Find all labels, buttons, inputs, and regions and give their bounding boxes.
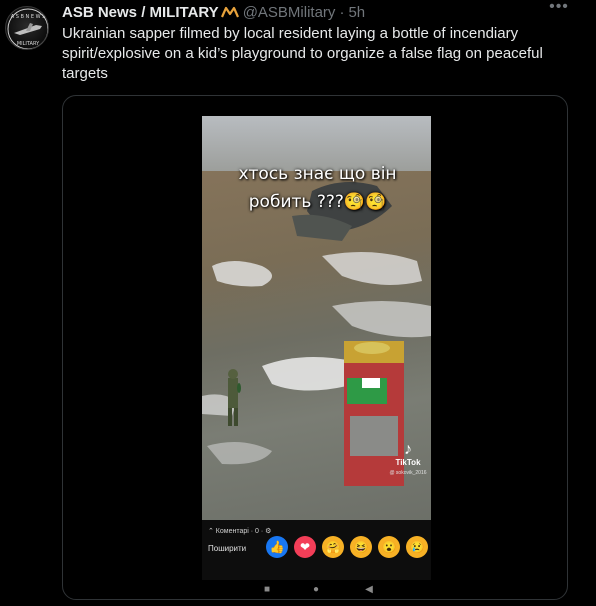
svg-text:MILITARY: MILITARY — [17, 41, 40, 47]
affiliate-badge-icon — [220, 5, 239, 19]
tiktok-logo-icon: ♪ — [404, 441, 412, 458]
reaction-icons: 👍 ❤ 🤗 😆 😮 😢 — [266, 536, 431, 560]
tweet-text: Ukrainian sapper filmed by local residen… — [62, 25, 543, 82]
more-options-icon[interactable]: ••• — [548, 0, 570, 20]
care-reaction-icon: 🤗 — [322, 536, 344, 558]
video-frame[interactable]: хтось знає що він робить ???🧐🧐 ♪ TikTok … — [202, 116, 431, 580]
haha-reaction-icon: 😆 — [350, 536, 372, 558]
tiktok-username: @ sokovik_2016 — [389, 470, 427, 476]
recents-icon: ■ — [263, 584, 271, 595]
author-name[interactable]: ASB News / MILITARY — [62, 4, 219, 21]
like-reaction-icon: 👍 — [266, 536, 288, 558]
author-handle[interactable]: @ASBMilitary — [243, 4, 336, 21]
separator-dot: · — [339, 3, 345, 21]
facebook-reaction-bar: ⌃ Коментарі · 0 · ⚙ Поширити 👍 ❤ 🤗 😆 😮 😢 — [202, 520, 431, 580]
overlay-caption-line1: хтось знає що він — [238, 164, 397, 184]
sad-reaction-icon: 😢 — [406, 536, 428, 558]
android-nav-bar: ■ ● ◀ — [63, 584, 567, 599]
overlay-caption-line2: робить ???🧐🧐 — [248, 192, 387, 212]
video-media[interactable]: хтось знає що він робить ???🧐🧐 ♪ TikTok … — [62, 95, 568, 600]
author-avatar[interactable]: A S B N E W S MILITARY — [5, 6, 49, 50]
tweet-header: ASB News / MILITARY @ASBMilitary · 5h — [62, 2, 365, 22]
back-icon: ◀ — [365, 584, 373, 595]
asb-logo-icon: A S B N E W S MILITARY — [7, 8, 48, 49]
video-overlay-caption: хтось знає що він робить ???🧐🧐 — [210, 160, 425, 216]
wow-reaction-icon: 😮 — [378, 536, 400, 558]
share-button: Поширити — [208, 544, 247, 553]
svg-text:A S B N E W S: A S B N E W S — [11, 14, 46, 20]
tweet-timestamp[interactable]: 5h — [348, 4, 365, 21]
tweet-card[interactable]: A S B N E W S MILITARY ASB News / MILITA… — [0, 0, 596, 606]
tiktok-watermark: ♪ TikTok @ sokovik_2016 — [386, 441, 430, 477]
home-icon: ● — [312, 584, 320, 595]
tiktok-label: TikTok — [395, 458, 421, 467]
comments-indicator: ⌃ Коментарі · 0 · ⚙ — [208, 528, 272, 535]
love-reaction-icon: ❤ — [294, 536, 316, 558]
video-scene: хтось знає що він робить ???🧐🧐 ♪ TikTok … — [202, 116, 431, 540]
